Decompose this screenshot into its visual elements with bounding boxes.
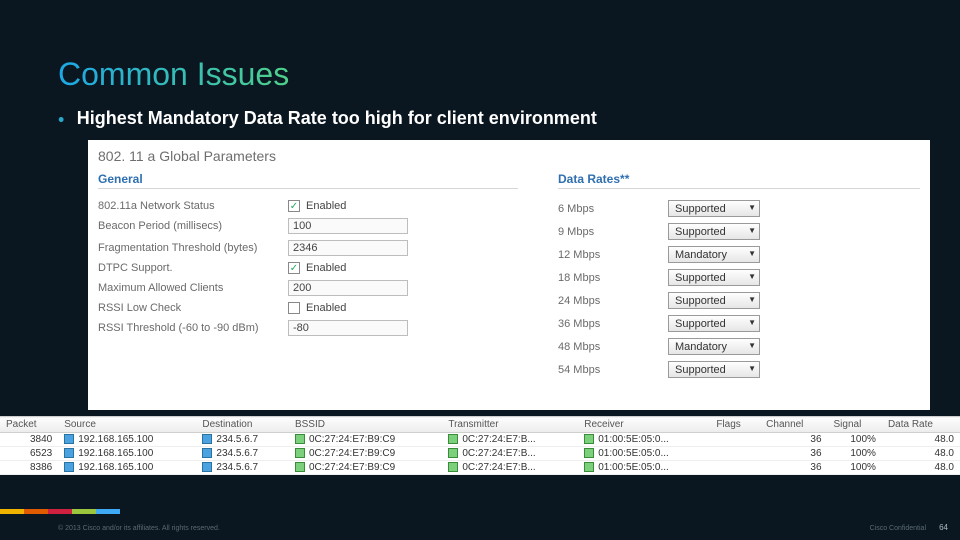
general-header: General <box>98 172 518 189</box>
label: RSSI Threshold (-60 to -90 dBm) <box>98 322 288 334</box>
label: Maximum Allowed Clients <box>98 282 288 294</box>
rate-select[interactable]: Supported <box>668 361 760 378</box>
input[interactable]: 100 <box>288 218 408 234</box>
col-destination[interactable]: Destination <box>196 417 289 433</box>
rate-row: 48 MbpsMandatory <box>558 335 920 358</box>
col-flags[interactable]: Flags <box>710 417 760 433</box>
col-receiver[interactable]: Receiver <box>578 417 710 433</box>
bullet-icon: • <box>58 109 64 129</box>
host-icon <box>64 448 74 458</box>
rate-select[interactable]: Supported <box>668 223 760 240</box>
input[interactable]: 2346 <box>288 240 408 256</box>
table-row[interactable]: 6523 192.168.165.100 234.5.6.7 0C:27:24:… <box>0 447 960 461</box>
rate-row: 36 MbpsSupported <box>558 312 920 335</box>
host-icon <box>202 448 212 458</box>
checkbox-label: Enabled <box>306 200 346 212</box>
mac-icon <box>295 434 305 444</box>
rate-row: 18 MbpsSupported <box>558 266 920 289</box>
rate-row: 6 MbpsSupported <box>558 197 920 220</box>
checkbox[interactable]: ✓ <box>288 262 300 274</box>
col-signal[interactable]: Signal <box>828 417 882 433</box>
host-icon <box>202 462 212 472</box>
row-dtpc: DTPC Support. ✓ Enabled <box>98 259 518 277</box>
row-rssi-threshold: RSSI Threshold (-60 to -90 dBm) -80 <box>98 317 518 339</box>
col-channel[interactable]: Channel <box>760 417 827 433</box>
rate-select[interactable]: Mandatory <box>668 338 760 355</box>
table-header-row: Packet Source Destination BSSID Transmit… <box>0 417 960 433</box>
mac-icon <box>584 462 594 472</box>
label: Fragmentation Threshold (bytes) <box>98 242 288 254</box>
bullet-item: • Highest Mandatory Data Rate too high f… <box>58 108 597 130</box>
wlc-panel: 802. 11 a Global Parameters General 802.… <box>88 140 930 410</box>
input[interactable]: -80 <box>288 320 408 336</box>
rate-select[interactable]: Supported <box>668 269 760 286</box>
footer-page-number: 64 <box>939 523 948 532</box>
rate-select[interactable]: Supported <box>668 200 760 217</box>
panel-heading: 802. 11 a Global Parameters <box>98 144 920 172</box>
mac-icon <box>448 434 458 444</box>
row-rssi-low: RSSI Low Check Enabled <box>98 299 518 317</box>
slide: Common Issues • Highest Mandatory Data R… <box>0 0 960 540</box>
footer-copyright: © 2013 Cisco and/or its affiliates. All … <box>58 525 220 532</box>
label: 802.11a Network Status <box>98 200 288 212</box>
col-bssid[interactable]: BSSID <box>289 417 442 433</box>
packet-capture-table: Packet Source Destination BSSID Transmit… <box>0 416 960 475</box>
host-icon <box>64 462 74 472</box>
rate-row: 54 MbpsSupported <box>558 358 920 381</box>
host-icon <box>202 434 212 444</box>
checkbox[interactable] <box>288 302 300 314</box>
checkbox-label: Enabled <box>306 262 346 274</box>
rate-select[interactable]: Supported <box>668 292 760 309</box>
datarates-column: Data Rates** 6 MbpsSupported 9 MbpsSuppo… <box>558 172 920 381</box>
mac-icon <box>295 448 305 458</box>
mac-icon <box>448 462 458 472</box>
rate-row: 9 MbpsSupported <box>558 220 920 243</box>
datarates-header: Data Rates** <box>558 172 920 189</box>
mac-icon <box>584 448 594 458</box>
rate-row: 24 MbpsSupported <box>558 289 920 312</box>
col-transmitter[interactable]: Transmitter <box>442 417 578 433</box>
col-data-rate[interactable]: Data Rate <box>882 417 960 433</box>
table-row[interactable]: 3840 192.168.165.100 234.5.6.7 0C:27:24:… <box>0 433 960 447</box>
slide-title: Common Issues <box>58 56 289 93</box>
label: RSSI Low Check <box>98 302 288 314</box>
col-packet[interactable]: Packet <box>0 417 58 433</box>
bullet-text: Highest Mandatory Data Rate too high for… <box>77 108 597 128</box>
rate-select[interactable]: Mandatory <box>668 246 760 263</box>
host-icon <box>64 434 74 444</box>
checkbox[interactable]: ✓ <box>288 200 300 212</box>
footer-confidential: Cisco Confidential <box>870 525 926 532</box>
general-column: General 802.11a Network Status ✓ Enabled… <box>98 172 518 381</box>
label: Beacon Period (millisecs) <box>98 220 288 232</box>
mac-icon <box>448 448 458 458</box>
mac-icon <box>584 434 594 444</box>
col-source[interactable]: Source <box>58 417 196 433</box>
rate-row: 12 MbpsMandatory <box>558 243 920 266</box>
row-network-status: 802.11a Network Status ✓ Enabled <box>98 197 518 215</box>
row-frag-threshold: Fragmentation Threshold (bytes) 2346 <box>98 237 518 259</box>
input[interactable]: 200 <box>288 280 408 296</box>
checkbox-label: Enabled <box>306 302 346 314</box>
label: DTPC Support. <box>98 262 288 274</box>
table-row[interactable]: 8386 192.168.165.100 234.5.6.7 0C:27:24:… <box>0 461 960 475</box>
row-beacon-period: Beacon Period (millisecs) 100 <box>98 215 518 237</box>
rate-select[interactable]: Supported <box>668 315 760 332</box>
mac-icon <box>295 462 305 472</box>
row-max-clients: Maximum Allowed Clients 200 <box>98 277 518 299</box>
